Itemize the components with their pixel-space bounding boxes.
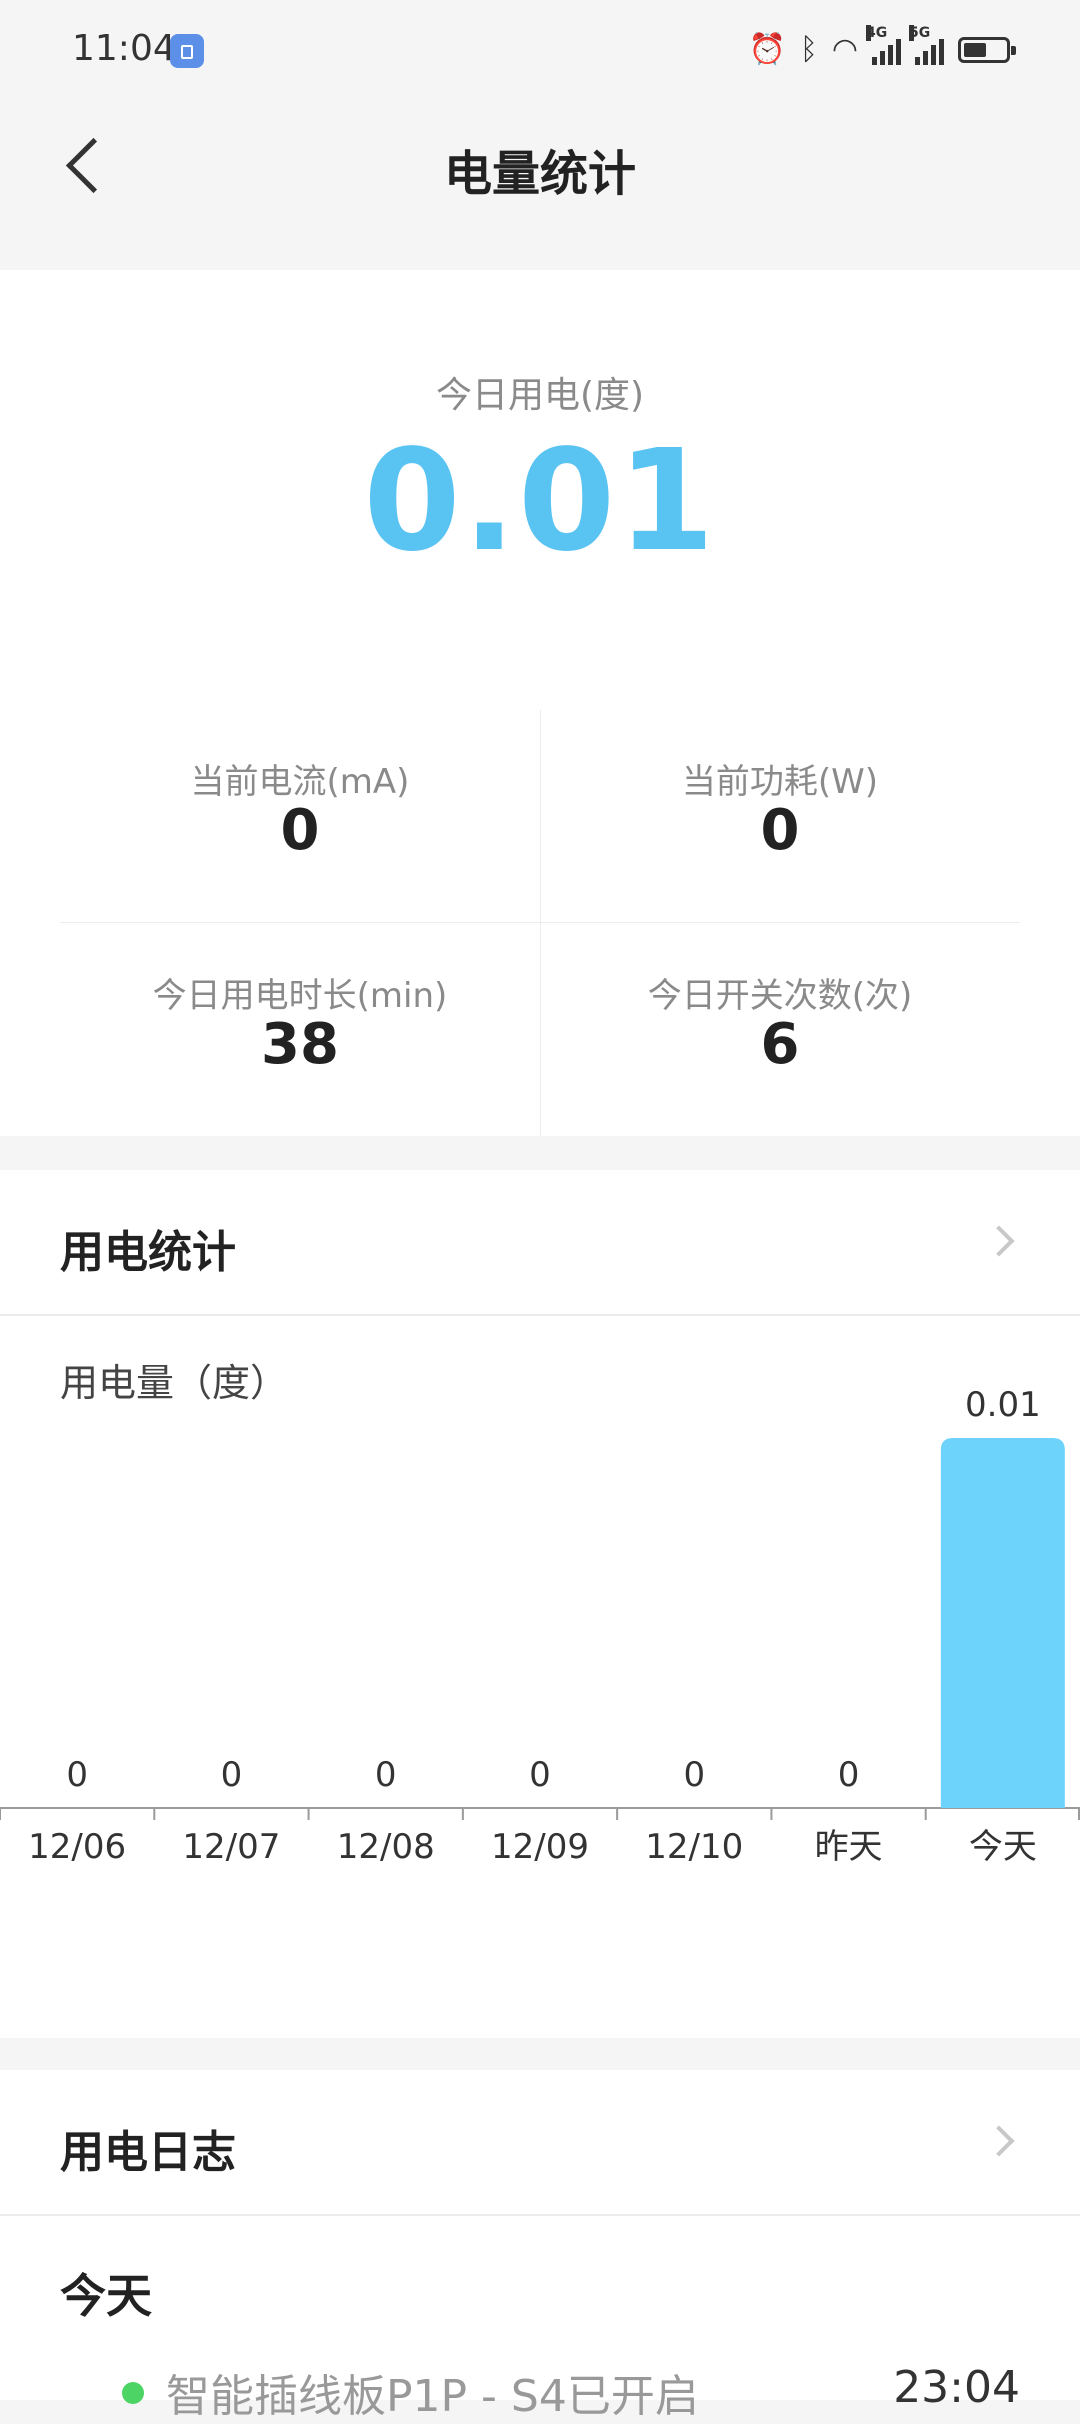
metric-label: 今日用电时长(min): [152, 976, 448, 1016]
status-time: 11:04: [72, 28, 176, 69]
today-summary-card: 今日用电(度) 0.01 当前电流(mA) 0 当前功耗(W) 0 今日用电时长…: [0, 270, 1080, 1136]
metric-label: 当前电流(mA): [190, 762, 410, 802]
wifi-icon: ◠: [831, 32, 858, 67]
metric-value: 6: [760, 1012, 800, 1077]
app-lock-icon: [170, 34, 204, 68]
today-usage-label: 今日用电(度): [435, 375, 645, 416]
chevron-right-icon: [984, 2122, 1020, 2158]
bluetooth-icon: ᛒ: [799, 32, 818, 67]
status-dot-icon: [122, 2382, 144, 2404]
section-title: 用电统计: [60, 1227, 236, 1278]
bar-value-label: 0: [221, 1755, 243, 1795]
alarm-icon: ⏰: [748, 32, 786, 67]
page-title: 电量统计: [443, 146, 636, 202]
metric-current: 当前电流(mA) 0: [60, 710, 540, 922]
today-usage-value: 0.01: [363, 420, 717, 583]
section-title: 用电日志: [60, 2127, 236, 2178]
x-tick-label: 12/07: [182, 1827, 280, 1867]
nav-bar: 电量统计: [0, 104, 1080, 270]
metric-value: 0: [760, 798, 800, 863]
x-tick-label: 今天: [969, 1827, 1037, 1867]
bar-value-label: 0: [683, 1755, 705, 1795]
status-icons: ⏰ ᛒ ◠ 4G 5G: [748, 25, 1016, 70]
usage-log-section: 用电日志 今天 智能插线板P1P - S4已开启 23:04: [0, 2070, 1080, 2422]
signal-4g-icon: 4G: [866, 25, 901, 65]
x-tick-label: 12/10: [645, 1827, 743, 1867]
metric-label: 当前功耗(W): [681, 762, 879, 802]
usage-statistics-header[interactable]: 用电统计: [0, 1170, 1080, 1314]
chart-bar[interactable]: [940, 1438, 1065, 1808]
log-group-label: 今天: [60, 2269, 152, 2323]
x-tick-label: 昨天: [815, 1827, 883, 1867]
signal-5g-icon: 5G: [909, 25, 944, 65]
network-type-label: 4G: [866, 25, 888, 41]
bar-value-label: 0: [838, 1755, 860, 1795]
metrics-grid: 当前电流(mA) 0 当前功耗(W) 0 今日用电时长(min) 38 今日开关…: [60, 710, 1020, 1136]
metric-switch-count: 今日开关次数(次) 6: [540, 924, 1020, 1136]
chevron-right-icon: [984, 1222, 1020, 1258]
log-entry-time: 23:04: [893, 2362, 1020, 2413]
grid-divider: [60, 922, 1020, 923]
metric-value: 38: [261, 1012, 339, 1077]
metric-duration: 今日用电时长(min) 38: [60, 924, 540, 1136]
battery-icon: [958, 37, 1016, 63]
network-type-label: 5G: [909, 25, 931, 41]
x-tick-label: 12/09: [491, 1827, 589, 1867]
log-entry-text: 智能插线板P1P - S4已开启: [166, 2371, 699, 2422]
status-bar: 11:04 ⏰ ᛒ ◠ 4G 5G: [0, 0, 1080, 104]
usage-log-header[interactable]: 用电日志: [0, 2070, 1080, 2214]
x-tick-label: 12/08: [337, 1827, 435, 1867]
bar-value-label: 0: [375, 1755, 397, 1795]
usage-statistics-section: 用电统计 用电量（度） 0 12/06 0 12/07 0 12/08 0 12/09 0 12/…: [0, 1170, 1080, 2038]
metric-label: 今日开关次数(次): [647, 976, 913, 1016]
x-tick-label: 12/06: [28, 1827, 126, 1867]
bar-value-label: 0: [66, 1755, 88, 1795]
usage-bar-chart: 0 12/06 0 12/07 0 12/08 0 12/09 0 12/10 0 昨天 0.01 今天: [0, 1385, 1080, 1867]
bar-value-label: 0.01: [965, 1385, 1041, 1425]
metric-value: 0: [280, 798, 320, 863]
metric-power: 当前功耗(W) 0: [540, 710, 1020, 922]
divider: [0, 1314, 1080, 1316]
bar-value-label: 0: [529, 1755, 551, 1795]
divider: [0, 2214, 1080, 2216]
